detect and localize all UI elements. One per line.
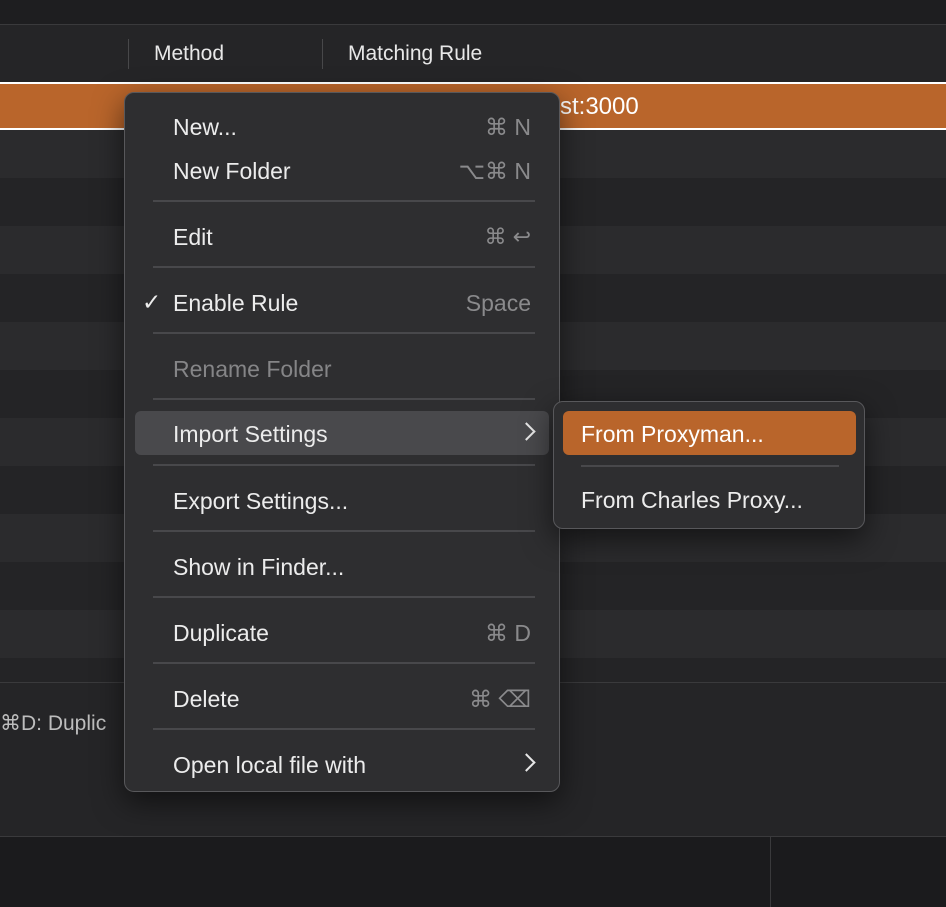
menu-item-duplicate[interactable]: Duplicate ⌘ D [135,610,549,654]
menu-separator [153,596,535,598]
menu-shortcut: Space [465,290,531,316]
menu-separator [581,465,839,467]
menu-item-label: Rename Folder [173,356,332,382]
menu-separator [153,464,535,466]
menu-shortcut: ⌘ N [485,114,531,140]
menu-item-show-in-finder[interactable]: Show in Finder... [135,544,549,588]
menu-separator [153,530,535,532]
menu-item-label: Edit [173,224,213,250]
menu-item-export-settings[interactable]: Export Settings... [135,478,549,522]
table-header: Method Matching Rule [0,25,946,80]
menu-item-label: Enable Rule [173,290,299,316]
menu-item-label: Delete [173,686,240,712]
import-settings-submenu: From Proxyman... From Charles Proxy... [553,401,865,529]
menu-item-enable-rule[interactable]: ✓ Enable Rule Space [135,280,549,324]
context-menu: New... ⌘ N New Folder ⌥⌘ N Edit ⌘ ↩ ✓ En… [124,92,560,792]
menu-item-import-settings[interactable]: Import Settings [135,411,549,455]
menu-shortcut: ⌘ ↩ [484,224,531,249]
menu-item-open-local-file-with[interactable]: Open local file with [135,742,549,786]
column-divider[interactable] [128,39,129,69]
menu-item-label: Duplicate [173,620,269,646]
footer-bar [0,836,946,907]
column-header-matching-rule[interactable]: Matching Rule [348,42,482,66]
menu-separator [153,200,535,202]
chevron-right-icon [517,753,536,772]
menu-item-new[interactable]: New... ⌘ N [135,104,549,148]
menu-shortcut: ⌘ ⌫ [469,686,531,712]
top-toolbar [0,0,946,25]
footer-divider [770,837,771,907]
menu-item-label: Export Settings... [173,488,349,514]
column-header-method[interactable]: Method [154,42,224,66]
menu-separator [153,728,535,730]
menu-item-delete[interactable]: Delete ⌘ ⌫ [135,676,549,720]
submenu-item-label: From Proxyman... [581,421,764,447]
matching-rule-cell: st:3000 [560,93,639,120]
menu-shortcut: ⌥⌘ N [458,158,531,184]
menu-item-edit[interactable]: Edit ⌘ ↩ [135,214,549,258]
checkmark-icon: ✓ [142,289,162,315]
menu-item-label: Show in Finder... [173,554,345,580]
menu-item-new-folder[interactable]: New Folder ⌥⌘ N [135,148,549,192]
submenu-item-from-charles-proxy[interactable]: From Charles Proxy... [563,477,856,521]
menu-item-label: Import Settings [173,421,328,447]
shortcut-hint: ⌘D: Duplic [0,712,107,735]
menu-separator [153,266,535,268]
menu-separator [153,332,535,334]
menu-item-rename-folder: Rename Folder [135,346,549,390]
menu-separator [153,662,535,664]
submenu-item-label: From Charles Proxy... [581,487,803,513]
column-divider[interactable] [322,39,323,69]
submenu-item-from-proxyman[interactable]: From Proxyman... [563,411,856,455]
menu-item-label: New Folder [173,158,291,184]
menu-item-label: Open local file with [173,752,367,778]
menu-shortcut: ⌘ D [485,620,531,646]
chevron-right-icon [517,422,536,441]
menu-item-label: New... [173,114,237,140]
menu-separator [153,398,535,400]
